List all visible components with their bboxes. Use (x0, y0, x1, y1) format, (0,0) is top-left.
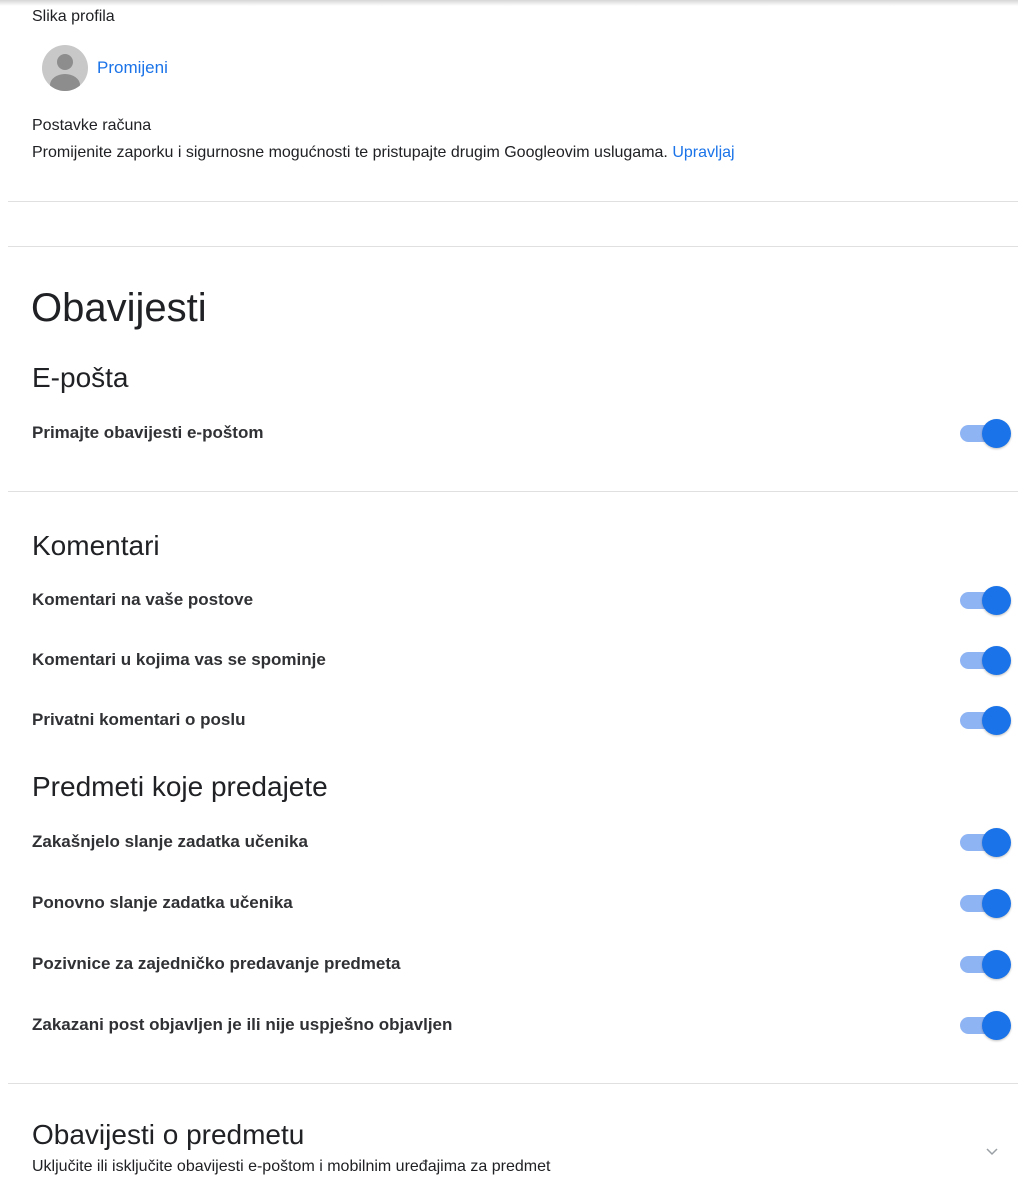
toggle-thumb (982, 706, 1011, 735)
late-submission-toggle[interactable] (960, 826, 1012, 858)
chevron-down-icon[interactable] (985, 1145, 999, 1159)
classes-taught-heading: Predmeti koje predajete (32, 771, 328, 802)
avatar-body (50, 74, 80, 91)
late-submission-label: Zakašnjelo slanje zadatka učenika (32, 832, 308, 851)
notifications-title: Obavijesti (31, 286, 207, 330)
divider (8, 491, 1018, 492)
profile-photo-label: Slika profila (32, 8, 115, 25)
coteach-invites-label: Pozivnice za zajedničko predavanje predm… (32, 954, 401, 973)
toggle-thumb (982, 889, 1011, 918)
comments-mentions-toggle[interactable] (960, 644, 1012, 676)
toggle-thumb (982, 646, 1011, 675)
scheduled-post-toggle[interactable] (960, 1009, 1012, 1041)
resubmission-toggle[interactable] (960, 887, 1012, 919)
manage-account-link[interactable]: Upravljaj (672, 144, 734, 161)
divider (8, 246, 1018, 247)
class-notifications-description: Uključite ili isključite obavijesti e-po… (32, 1158, 551, 1175)
account-settings-title: Postavke računa (32, 117, 152, 134)
settings-page: Slika profila Promijeni Postavke računa … (0, 0, 1018, 1180)
account-settings-description: Promijenite zaporku i sigurnosne mogućno… (32, 144, 735, 162)
class-notifications-heading[interactable]: Obavijesti o predmetu (32, 1119, 304, 1151)
private-comments-toggle[interactable] (960, 704, 1012, 736)
change-photo-link[interactable]: Promijeni (97, 58, 168, 78)
resubmission-label: Ponovno slanje zadatka učenika (32, 893, 293, 912)
toggle-thumb (982, 419, 1011, 448)
email-heading: E-pošta (32, 362, 129, 393)
divider (8, 201, 1018, 202)
toggle-thumb (982, 586, 1011, 615)
comments-mentions-label: Komentari u kojima vas se spominje (32, 650, 326, 669)
avatar-icon (42, 45, 88, 91)
top-shadow (0, 0, 1018, 6)
comments-heading: Komentari (32, 530, 160, 561)
divider (8, 1083, 1018, 1084)
account-description-text: Promijenite zaporku i sigurnosne mogućno… (32, 144, 668, 161)
email-notifications-toggle[interactable] (960, 417, 1012, 449)
toggle-thumb (982, 1011, 1011, 1040)
toggle-thumb (982, 950, 1011, 979)
comments-on-posts-toggle[interactable] (960, 584, 1012, 616)
toggle-thumb (982, 828, 1011, 857)
avatar-head (57, 54, 73, 70)
private-comments-label: Privatni komentari o poslu (32, 710, 246, 729)
comments-on-posts-label: Komentari na vaše postove (32, 590, 254, 609)
coteach-invites-toggle[interactable] (960, 948, 1012, 980)
scheduled-post-label: Zakazani post objavljen je ili nije uspj… (32, 1015, 453, 1034)
email-notifications-label: Primajte obavijesti e-poštom (32, 423, 264, 442)
